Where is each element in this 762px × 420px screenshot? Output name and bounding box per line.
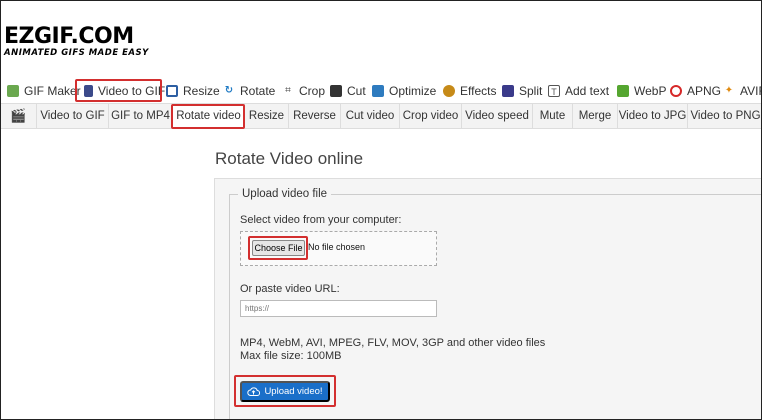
- crop-icon: ⌗: [285, 85, 291, 96]
- text-icon: T: [548, 85, 560, 97]
- subnav-gif-to-mp4[interactable]: GIF to MP4: [109, 104, 173, 128]
- nav-split[interactable]: Split: [502, 80, 542, 102]
- nav-label: AVIF: [740, 84, 761, 98]
- nav-label: Rotate: [240, 84, 276, 98]
- url-label: Or paste video URL:: [240, 283, 340, 295]
- cut-icon: [330, 85, 342, 97]
- nav-cut[interactable]: Cut: [330, 80, 366, 102]
- page-frame: EZGIF.COM ANIMATED GIFS MADE EASY GIF Ma…: [0, 0, 762, 420]
- nav-label: Effects: [460, 84, 497, 98]
- site-logo[interactable]: EZGIF.COM ANIMATED GIFS MADE EASY: [4, 24, 149, 59]
- film-icon: [84, 85, 93, 97]
- split-icon: [502, 85, 514, 97]
- subnav-merge[interactable]: Merge: [573, 104, 618, 128]
- nav-label: APNG: [687, 84, 722, 98]
- effects-icon: [443, 85, 455, 97]
- choose-file-button[interactable]: Choose File: [252, 240, 305, 256]
- subnav-reverse[interactable]: Reverse: [289, 104, 341, 128]
- video-url-input[interactable]: [240, 300, 437, 317]
- nav-effects[interactable]: Effects: [443, 80, 496, 102]
- subnav-video-to-gif[interactable]: Video to GIF: [37, 104, 109, 128]
- nav-label: Resize: [183, 84, 220, 98]
- subnav-rotate-video[interactable]: Rotate video: [173, 104, 245, 128]
- image-icon: [7, 85, 19, 97]
- avif-icon: ✦: [724, 85, 734, 96]
- nav-apng[interactable]: APNG: [670, 80, 721, 102]
- main-nav: GIF Maker Video to GIF Resize ↻ Rotate ⌗…: [1, 80, 761, 102]
- nav-rotate[interactable]: ↻ Rotate: [223, 80, 276, 102]
- nav-avif[interactable]: ✦ AVIF: [723, 80, 761, 102]
- nav-label: Crop: [299, 84, 326, 98]
- subnav-resize[interactable]: Resize: [245, 104, 289, 128]
- nav-label: GIF Maker: [24, 84, 81, 98]
- nav-optimize[interactable]: Optimize: [372, 80, 436, 102]
- nav-crop[interactable]: ⌗ Crop: [282, 80, 325, 102]
- page-title: Rotate Video online: [215, 149, 364, 168]
- subnav-video-to-png[interactable]: Video to PNG: [688, 104, 761, 128]
- resize-icon: [166, 85, 178, 97]
- upload-cloud-icon: [247, 387, 261, 396]
- nav-gif-maker[interactable]: GIF Maker: [7, 80, 81, 102]
- max-size-text: Max file size: 100MB: [240, 350, 342, 362]
- formats-text: MP4, WebM, AVI, MPEG, FLV, MOV, 3GP and …: [240, 337, 546, 349]
- nav-label: Split: [519, 84, 543, 98]
- nav-webp[interactable]: WebP: [617, 80, 666, 102]
- upload-video-button[interactable]: Upload video!: [240, 381, 330, 402]
- nav-resize[interactable]: Resize: [166, 80, 220, 102]
- sub-nav: 🎬 Video to GIF GIF to MP4 Rotate video R…: [1, 103, 761, 129]
- nav-add-text[interactable]: T Add text: [548, 80, 609, 102]
- select-file-label: Select video from your computer:: [240, 214, 402, 226]
- subnav-crop-video[interactable]: Crop video: [400, 104, 462, 128]
- nav-video-to-gif[interactable]: Video to GIF: [84, 80, 165, 102]
- optimize-icon: [372, 85, 384, 97]
- subnav-video-to-jpg[interactable]: Video to JPG: [618, 104, 688, 128]
- nav-label: Video to GIF: [98, 84, 166, 98]
- nav-label: Cut: [347, 84, 366, 98]
- nav-label: WebP: [634, 84, 667, 98]
- upload-button-label: Upload video!: [264, 386, 323, 397]
- nav-label: Add text: [565, 84, 610, 98]
- logo-tagline: ANIMATED GIFS MADE EASY: [4, 48, 149, 58]
- logo-text: EZGIF.COM: [4, 24, 134, 49]
- film-strip-icon: 🎬: [1, 104, 37, 128]
- apng-icon: [670, 85, 682, 97]
- rotate-icon: ↻: [224, 85, 234, 96]
- subnav-video-speed[interactable]: Video speed: [462, 104, 533, 128]
- subnav-mute[interactable]: Mute: [533, 104, 573, 128]
- nav-label: Optimize: [389, 84, 437, 98]
- webp-icon: [617, 85, 629, 97]
- subnav-cut-video[interactable]: Cut video: [341, 104, 400, 128]
- upload-legend: Upload video file: [242, 188, 328, 200]
- no-file-text: No file chosen: [308, 242, 366, 252]
